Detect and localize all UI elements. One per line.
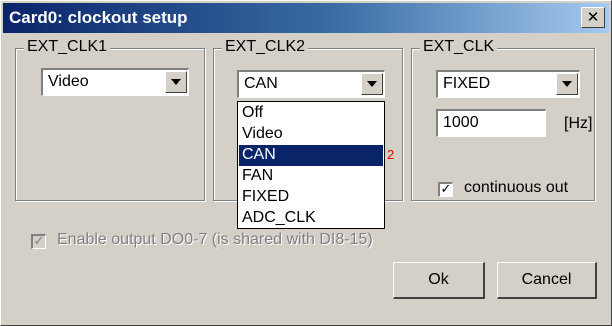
title-bar[interactable]: Card0: clockout setup ✕: [3, 3, 609, 33]
ext-clk1-value: Video: [48, 73, 89, 90]
dropdown-option-can[interactable]: CAN: [239, 145, 383, 166]
group-label-ext-clk1: EXT_CLK1: [24, 38, 111, 56]
stray-mark: 2: [387, 147, 395, 162]
dropdown-option-fixed[interactable]: FIXED: [239, 187, 383, 208]
ok-button[interactable]: Ok: [393, 262, 485, 299]
close-button[interactable]: ✕: [581, 7, 605, 28]
frequency-unit: [Hz]: [564, 115, 593, 132]
ext-clk2-value: CAN: [244, 75, 278, 92]
chevron-down-icon[interactable]: [165, 71, 187, 93]
check-icon: ✓: [33, 234, 45, 249]
clockout-setup-dialog: Card0: clockout setup ✕ EXT_CLK1 Video E…: [0, 0, 612, 326]
window-title: Card0: clockout setup: [9, 8, 188, 27]
chevron-down-icon[interactable]: [556, 73, 578, 95]
close-icon: ✕: [586, 8, 600, 26]
cancel-button[interactable]: Cancel: [497, 262, 597, 299]
chevron-down-icon[interactable]: [361, 73, 383, 95]
dropdown-option-adc-clk[interactable]: ADC_CLK: [239, 208, 383, 229]
enable-output-checkbox[interactable]: ✓: [31, 234, 46, 249]
ext-clk-select[interactable]: FIXED: [436, 70, 580, 98]
dropdown-option-fan[interactable]: FAN: [239, 166, 383, 187]
ext-clk1-select[interactable]: Video: [41, 68, 189, 96]
ext-clk2-select[interactable]: CAN: [237, 70, 385, 98]
enable-output-label: Enable output DO0-7 (is shared with DI8-…: [57, 231, 373, 248]
frequency-input[interactable]: 1000: [436, 109, 546, 137]
group-ext-clk1: EXT_CLK1 Video: [15, 38, 205, 201]
group-label-ext-clk2: EXT_CLK2: [222, 38, 309, 56]
ext-clk2-dropdown-list[interactable]: Off Video CAN FAN FIXED ADC_CLK: [237, 101, 385, 229]
dropdown-option-video[interactable]: Video: [239, 124, 383, 145]
group-ext-clk: EXT_CLK FIXED 1000 [Hz] ✓ continuous out: [411, 38, 595, 201]
continuous-out-checkbox[interactable]: ✓: [438, 182, 453, 197]
ext-clk-value: FIXED: [443, 75, 491, 92]
continuous-out-label: continuous out: [464, 179, 569, 196]
group-label-ext-clk: EXT_CLK: [420, 38, 498, 56]
dropdown-option-off[interactable]: Off: [239, 103, 383, 124]
check-icon: ✓: [440, 182, 452, 197]
